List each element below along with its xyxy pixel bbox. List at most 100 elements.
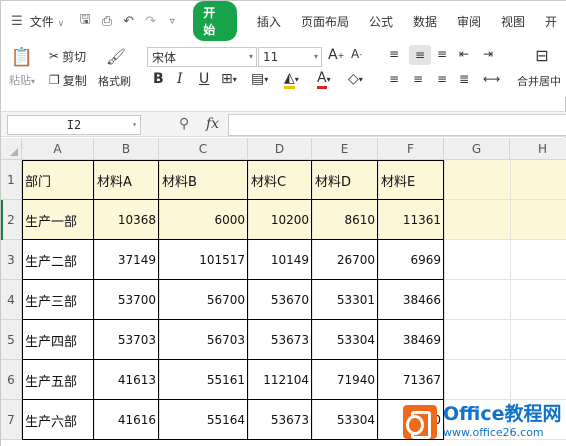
font-name-select[interactable]: 宋体 ▾: [147, 47, 257, 67]
tab-formulas[interactable]: 公式: [359, 13, 403, 30]
table-cell[interactable]: 55161: [159, 360, 248, 400]
zoom-icon[interactable]: ⚲: [179, 116, 189, 132]
column-header-b[interactable]: B: [94, 138, 159, 160]
table-header-cell[interactable]: 部门: [22, 160, 94, 200]
justify-icon[interactable]: ≣: [459, 72, 469, 86]
align-left-icon[interactable]: ≡: [389, 72, 399, 86]
tab-data[interactable]: 数据: [403, 13, 447, 30]
table-header-cell[interactable]: 材料D: [312, 160, 378, 200]
table-cell[interactable]: 生产六部: [22, 400, 94, 440]
select-all-corner[interactable]: [1, 138, 22, 160]
table-cell[interactable]: 生产五部: [22, 360, 94, 400]
table-cell[interactable]: 生产二部: [22, 240, 94, 280]
tab-developer[interactable]: 开: [535, 13, 566, 30]
table-header-cell[interactable]: 材料E: [378, 160, 444, 200]
table-cell[interactable]: 53703: [94, 320, 159, 360]
paste-button[interactable]: 粘贴▾: [9, 72, 35, 88]
table-cell[interactable]: 6000: [159, 200, 248, 240]
table-header-cell[interactable]: 材料A: [94, 160, 159, 200]
merge-center-icon[interactable]: ⊟: [531, 45, 553, 65]
fx-icon[interactable]: fx: [206, 116, 219, 132]
align-top-icon[interactable]: ≡: [389, 47, 399, 61]
table-cell[interactable]: 56703: [159, 320, 248, 360]
tab-review[interactable]: 审阅: [447, 13, 491, 30]
copy-button[interactable]: ❐ 复制: [49, 71, 87, 89]
fill-color-icon[interactable]: ◭ ▾: [284, 70, 299, 89]
column-header-g[interactable]: G: [444, 138, 510, 160]
table-cell[interactable]: 26700: [312, 240, 378, 280]
table-cell[interactable]: 53673: [248, 400, 312, 440]
quick-access-dropdown-icon[interactable]: ▿: [164, 13, 180, 29]
align-center-icon[interactable]: ≡: [413, 72, 423, 86]
print-icon[interactable]: ⎙: [99, 13, 115, 29]
table-cell[interactable]: 41616: [94, 400, 159, 440]
format-painter-icon[interactable]: 🖌: [105, 45, 127, 67]
table-cell[interactable]: 41613: [94, 360, 159, 400]
table-cell[interactable]: 10149: [248, 240, 312, 280]
merge-center-button[interactable]: 合并居中: [517, 73, 561, 89]
redo-icon[interactable]: ↷: [143, 13, 159, 29]
row-header-1[interactable]: 1: [1, 160, 22, 200]
save-icon[interactable]: 🖫: [77, 12, 93, 29]
file-menu[interactable]: 文件 ∨: [28, 13, 74, 30]
column-header-f[interactable]: F: [378, 138, 444, 160]
align-bottom-icon[interactable]: ≡: [437, 47, 447, 61]
row-header-3[interactable]: 3: [1, 240, 22, 280]
column-header-d[interactable]: D: [248, 138, 312, 160]
table-cell[interactable]: 53304: [312, 320, 378, 360]
bold-button[interactable]: B: [153, 71, 164, 87]
table-cell[interactable]: 112104: [248, 360, 312, 400]
name-box[interactable]: I2 ▾: [7, 115, 141, 135]
table-cell[interactable]: 6969: [378, 240, 444, 280]
underline-button[interactable]: U: [199, 71, 209, 87]
tab-view[interactable]: 视图: [491, 13, 535, 30]
align-middle-icon[interactable]: ≡: [409, 45, 431, 65]
table-cell[interactable]: 71940: [312, 360, 378, 400]
table-cell[interactable]: 53700: [94, 280, 159, 320]
tab-home[interactable]: 开始: [193, 1, 237, 41]
table-cell[interactable]: 11361: [378, 200, 444, 240]
row-header-5[interactable]: 5: [1, 320, 22, 360]
column-header-h[interactable]: H: [510, 138, 566, 160]
row-header-2[interactable]: 2: [1, 200, 22, 240]
font-size-select[interactable]: 11 ▾: [258, 47, 322, 67]
tab-page-layout[interactable]: 页面布局: [291, 13, 359, 30]
table-cell[interactable]: 生产四部: [22, 320, 94, 360]
table-cell[interactable]: 55164: [159, 400, 248, 440]
cell-style-icon[interactable]: ▤ ▾: [251, 71, 268, 87]
increase-font-size-icon[interactable]: A +: [328, 47, 344, 63]
borders-icon[interactable]: ⊞ ▾: [221, 71, 237, 87]
table-cell[interactable]: 53673: [248, 320, 312, 360]
format-painter-button[interactable]: 格式刷: [98, 73, 131, 89]
table-cell[interactable]: 38469: [378, 320, 444, 360]
decrease-font-size-icon[interactable]: A-: [351, 47, 362, 61]
row-header-4[interactable]: 4: [1, 280, 22, 320]
formula-input[interactable]: [228, 114, 566, 136]
distribute-icon[interactable]: ⟷: [483, 72, 500, 86]
table-cell[interactable]: 8610: [312, 200, 378, 240]
table-cell[interactable]: 生产一部: [22, 200, 94, 240]
row-header-6[interactable]: 6: [1, 360, 22, 400]
table-cell[interactable]: 37149: [94, 240, 159, 280]
row-header-7[interactable]: 7: [1, 400, 22, 440]
undo-icon[interactable]: ↶: [121, 13, 137, 29]
italic-button[interactable]: I: [177, 71, 183, 87]
column-header-c[interactable]: C: [159, 138, 248, 160]
column-header-a[interactable]: A: [22, 138, 94, 160]
paste-icon[interactable]: 📋: [11, 45, 33, 69]
tab-insert[interactable]: 插入: [247, 13, 291, 30]
table-cell[interactable]: 53301: [312, 280, 378, 320]
increase-indent-icon[interactable]: ⇥: [483, 47, 493, 61]
clear-icon[interactable]: ◇ ▾: [348, 71, 363, 87]
column-header-e[interactable]: E: [312, 138, 378, 160]
decrease-indent-icon[interactable]: ⇤: [459, 47, 469, 61]
table-cell[interactable]: 38466: [378, 280, 444, 320]
cut-button[interactable]: ✂ 剪切: [49, 47, 86, 65]
table-cell[interactable]: 56700: [159, 280, 248, 320]
table-cell[interactable]: 53304: [312, 400, 378, 440]
table-header-cell[interactable]: 材料C: [248, 160, 312, 200]
hamburger-menu-icon[interactable]: ☰: [9, 13, 25, 29]
table-header-cell[interactable]: 材料B: [159, 160, 248, 200]
table-cell[interactable]: 71367: [378, 360, 444, 400]
font-color-icon[interactable]: A ▾: [317, 70, 331, 89]
